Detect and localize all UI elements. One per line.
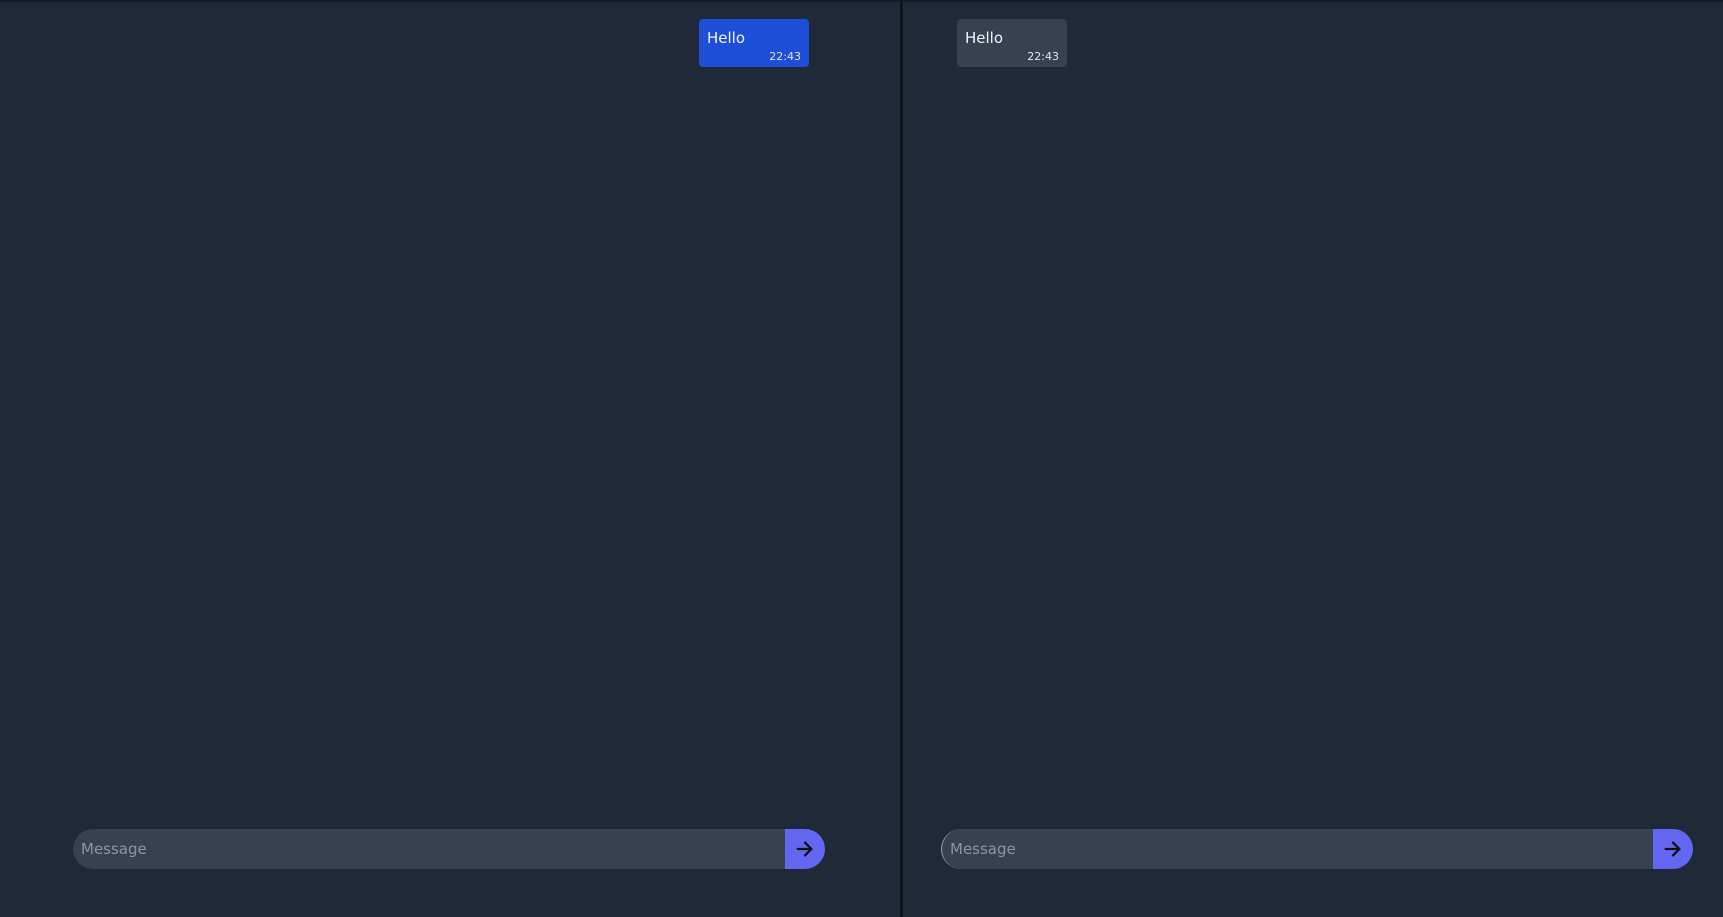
app-window: Hello 22:43 Hello 22:43 xyxy=(0,0,1723,917)
message-input[interactable] xyxy=(73,829,785,869)
message-text: Hello xyxy=(965,29,1004,47)
sent-message-bubble: Hello 22:43 xyxy=(699,19,809,67)
send-button[interactable] xyxy=(785,829,825,869)
right-chat-pane: Hello 22:43 xyxy=(903,2,1723,917)
message-composer xyxy=(941,829,1693,869)
message-timestamp: 22:43 xyxy=(1027,50,1059,63)
message-composer xyxy=(73,829,825,869)
send-button[interactable] xyxy=(1653,829,1693,869)
received-message-bubble: Hello 22:43 xyxy=(957,19,1067,67)
message-input[interactable] xyxy=(941,829,1653,869)
arrow-right-icon xyxy=(1664,841,1681,857)
message-text: Hello xyxy=(707,29,746,47)
left-chat-pane: Hello 22:43 xyxy=(0,2,900,917)
arrow-right-icon xyxy=(796,841,813,857)
message-timestamp: 22:43 xyxy=(769,50,801,63)
